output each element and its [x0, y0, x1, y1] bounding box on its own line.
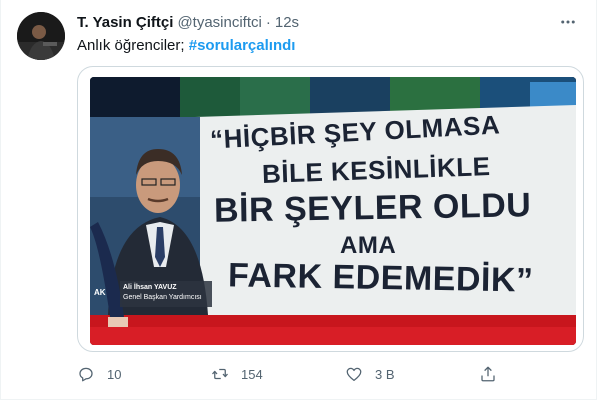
quote-line-5: FARK EDEMEDİK” — [227, 256, 534, 300]
more-options-icon[interactable] — [556, 10, 580, 34]
retweet-count: 154 — [241, 366, 263, 382]
retweet-button[interactable]: 154 — [211, 365, 345, 383]
reply-count: 10 — [107, 366, 122, 382]
share-button[interactable] — [479, 365, 497, 383]
tweet-actions: 10 154 3 B — [77, 362, 527, 386]
lower-third-logo: AK — [94, 288, 106, 297]
reply-button[interactable]: 10 — [77, 365, 211, 383]
tweet-card[interactable]: T. Yasin Çiftçi @tyasinciftci · 12s Anlı… — [0, 0, 597, 400]
tweet-text-body: Anlık öğrenciler; — [77, 37, 185, 54]
tweet-header: T. Yasin Çiftçi @tyasinciftci · 12s — [77, 12, 580, 32]
tweet-text: Anlık öğrenciler; #sorularçalındı — [77, 36, 295, 56]
avatar[interactable] — [17, 12, 65, 60]
hashtag-link[interactable]: #sorularçalındı — [189, 37, 296, 54]
news-screenshot-image: “HİÇBİR ŞEY OLMASA BİLE KESİNLİKLE BİR Ş… — [90, 77, 576, 345]
like-count: 3 B — [375, 366, 395, 382]
retweet-icon — [212, 368, 228, 380]
separator-dot: · — [265, 13, 271, 31]
timestamp[interactable]: 12s — [275, 14, 299, 31]
quote-line-4: AMA — [340, 232, 397, 259]
tweet-media[interactable]: “HİÇBİR ŞEY OLMASA BİLE KESİNLİKLE BİR Ş… — [77, 66, 584, 352]
display-name[interactable]: T. Yasin Çiftçi — [77, 14, 173, 31]
lower-third-title: Genel Başkan Yardımcısı — [123, 294, 202, 301]
like-icon — [346, 367, 362, 382]
like-button[interactable]: 3 B — [345, 365, 479, 383]
lower-third-name: Ali İhsan YAVUZ — [123, 284, 177, 291]
reply-icon — [79, 367, 93, 382]
quote-line-3: BİR ŞEYLER OLDU — [213, 186, 532, 230]
user-handle[interactable]: @tyasinciftci — [177, 14, 261, 31]
share-icon — [481, 366, 495, 382]
